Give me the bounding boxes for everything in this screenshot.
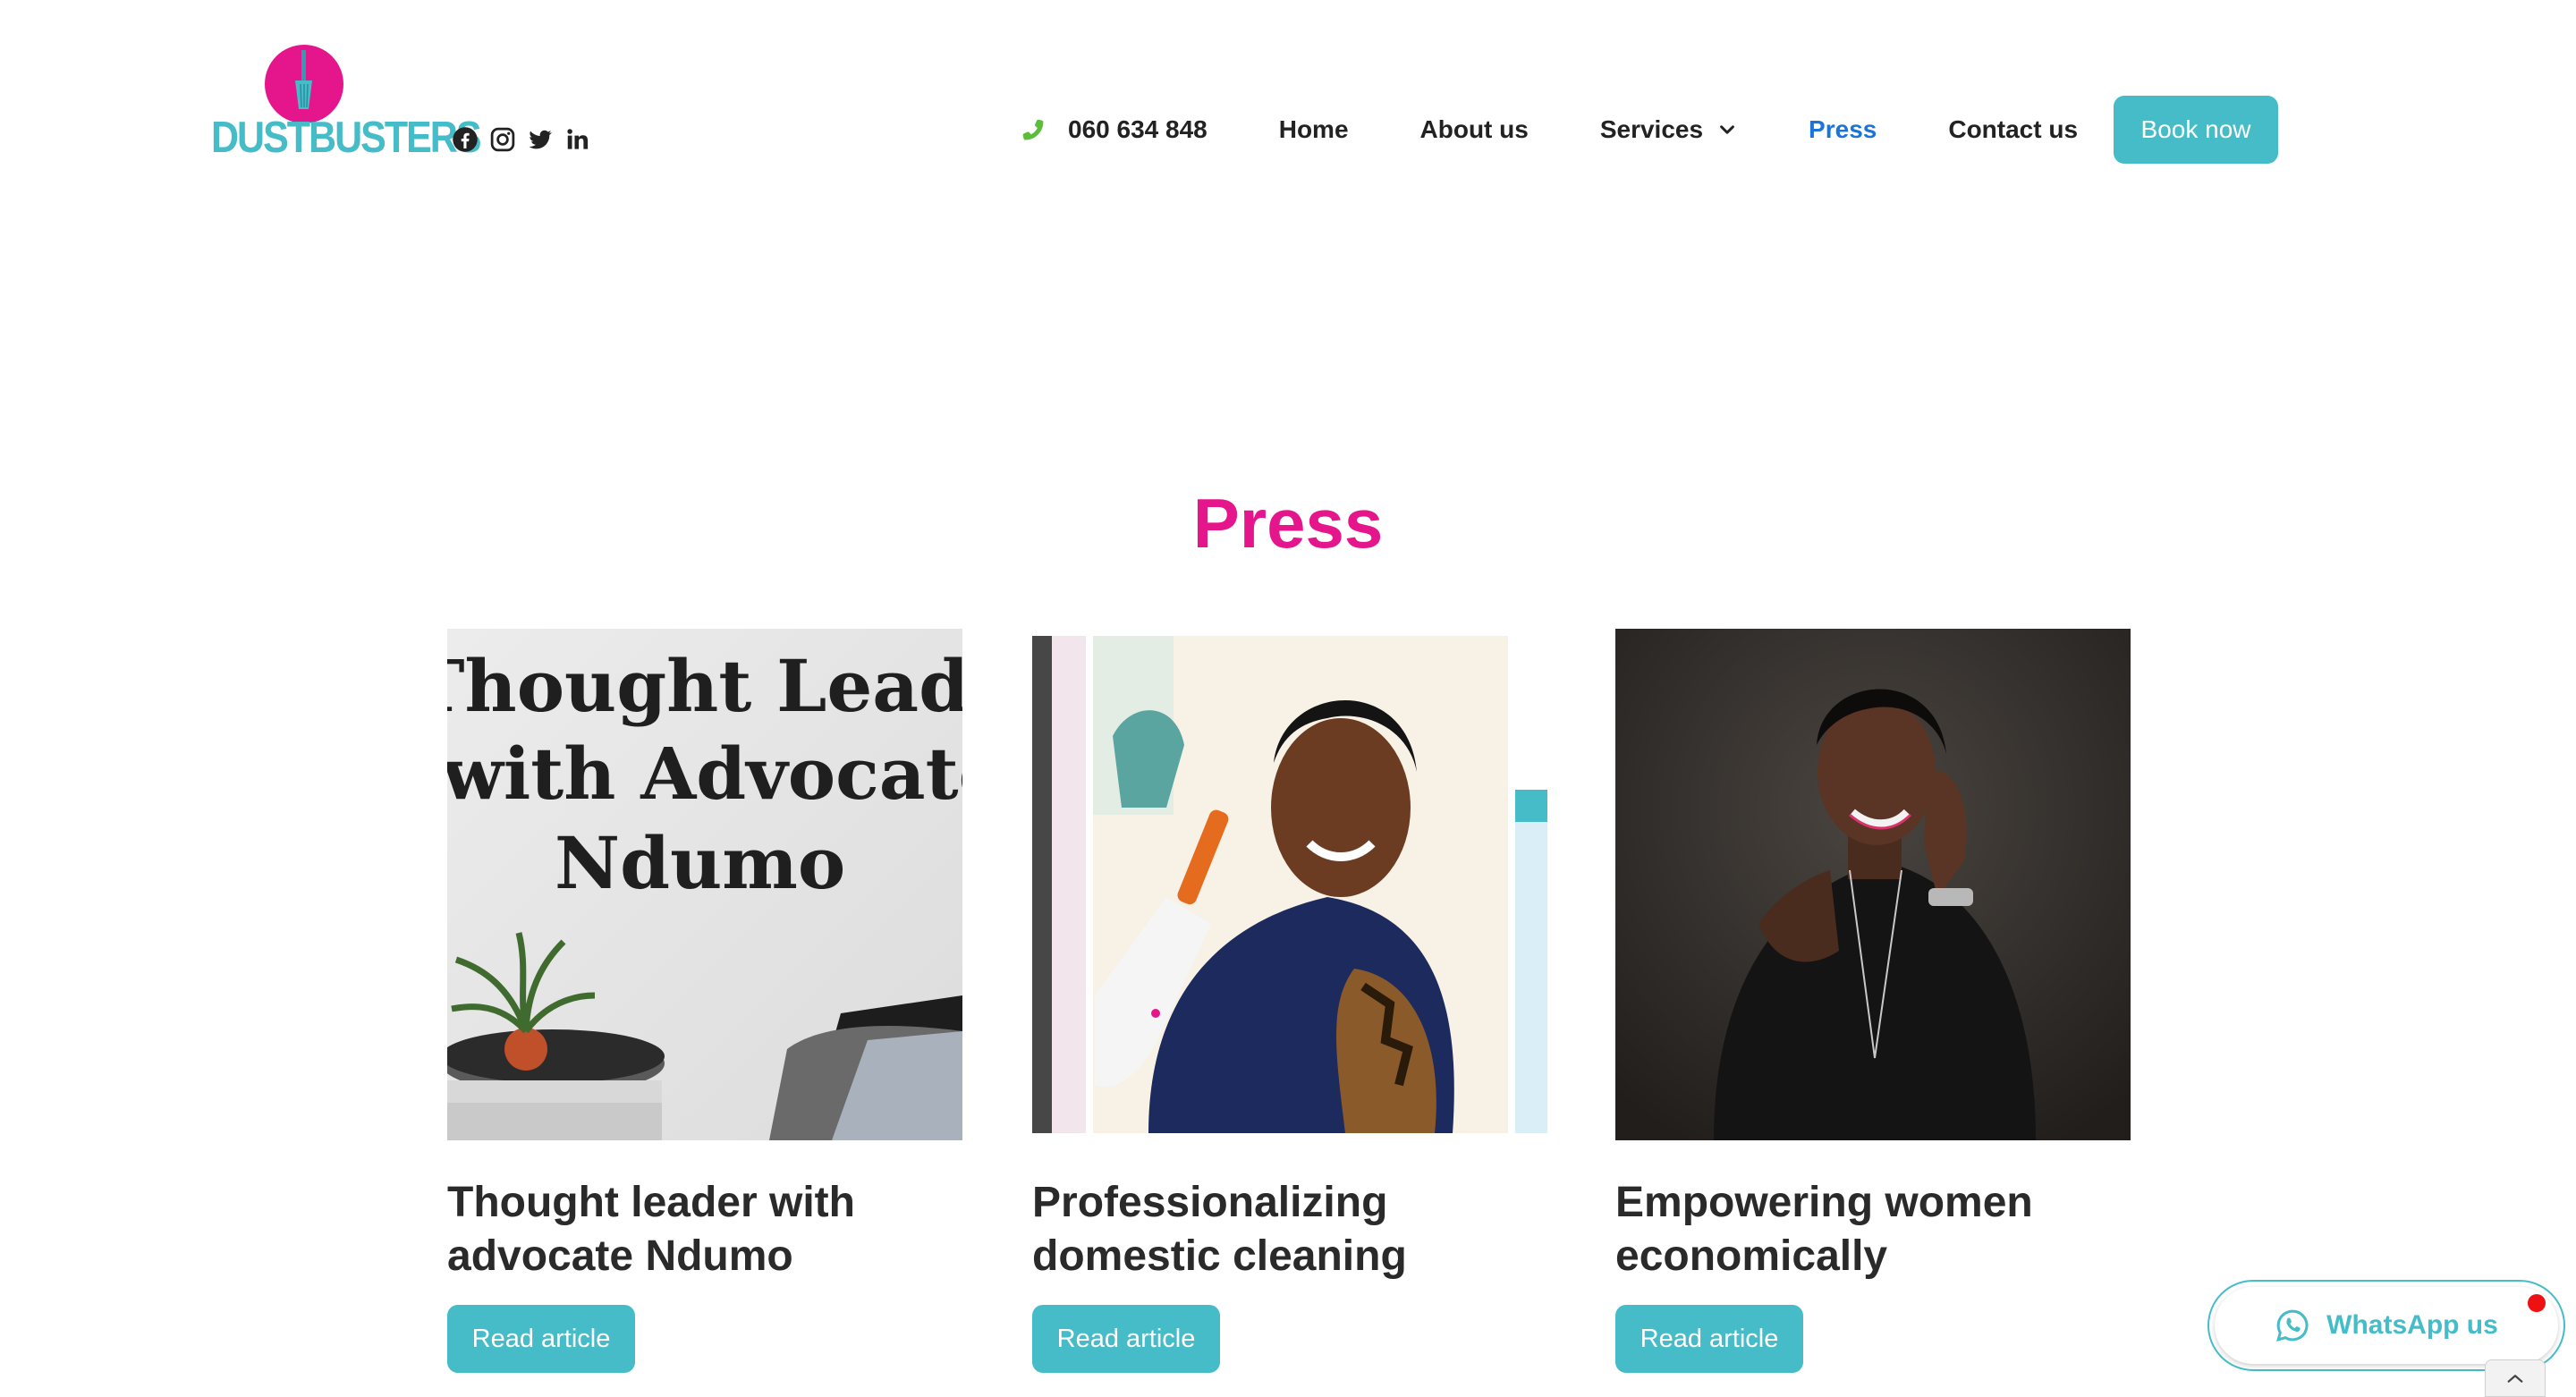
book-now-button[interactable]: Book now [2114,96,2279,164]
chevron-up-icon [2507,1375,2523,1383]
page-title: Press [1192,484,1384,563]
read-article-button[interactable]: Read article [447,1305,635,1373]
article-title: Professionalizing domestic cleaning [1032,1176,1547,1283]
whatsapp-widget: WhatsApp us [2207,1280,2565,1371]
whatsapp-icon [2275,1308,2310,1343]
image-text-line3: Ndumo [555,821,845,905]
main-nav: 060 634 848 Home About us Services Press… [1020,94,2279,165]
article-title: Thought leader with advocate Ndumo [447,1176,962,1283]
whatsapp-label: WhatsApp us [2326,1310,2498,1340]
article-title-line2: domestic cleaning [1032,1232,1407,1280]
dustbusters-logo[interactable]: DUSTBUSTERS [211,45,482,163]
phone-number: 060 634 848 [1068,115,1208,143]
logo-wordmark: DUSTBUSTERS [211,113,482,163]
article-title-line1: Thought leader with [447,1179,855,1226]
read-article-button[interactable]: Read article [1615,1305,1803,1373]
whatsapp-button[interactable]: WhatsApp us [2215,1287,2558,1364]
notification-dot [2528,1294,2546,1312]
phone-link[interactable]: 060 634 848 [1020,115,1208,144]
nav-press[interactable]: Press [1809,115,1877,144]
press-card: Thought Leader with Advocate Ndumo Thoug… [447,629,962,1373]
facebook-icon[interactable] [451,125,479,154]
nav-services[interactable]: Services [1600,115,1737,144]
article-title-line1: Empowering women [1615,1179,2033,1226]
article-image[interactable] [1615,629,2131,1140]
article-image[interactable] [1032,629,1547,1140]
image-text-line2: with Advocate [447,732,962,816]
nav-contact-us[interactable]: Contact us [1948,115,2078,144]
press-card: Professionalizing domestic cleaning Read… [1032,629,1547,1373]
nav-home[interactable]: Home [1279,115,1349,144]
article-title-line2: advocate Ndumo [447,1232,793,1280]
chevron-down-icon [1717,120,1737,140]
article-title-line2: economically [1615,1232,1888,1280]
nav-about-us[interactable]: About us [1420,115,1529,144]
instagram-icon[interactable] [488,125,517,154]
social-links [451,125,592,154]
site-header: DUSTBUSTERS 060 634 848 Home About us Se… [0,0,2576,206]
scroll-to-top-button[interactable] [2485,1359,2546,1397]
article-title: Empowering women economically [1615,1176,2131,1283]
phone-icon [1020,116,1046,143]
twitter-icon[interactable] [526,125,555,154]
image-text-line1: Thought Leader [447,644,962,728]
read-article-button[interactable]: Read article [1032,1305,1220,1373]
press-card: Empowering women economically Read artic… [1615,629,2131,1373]
article-image[interactable]: Thought Leader with Advocate Ndumo [447,629,962,1140]
linkedin-icon[interactable] [564,125,592,154]
nav-services-label: Services [1599,115,1704,143]
article-title-line1: Professionalizing [1032,1179,1388,1226]
